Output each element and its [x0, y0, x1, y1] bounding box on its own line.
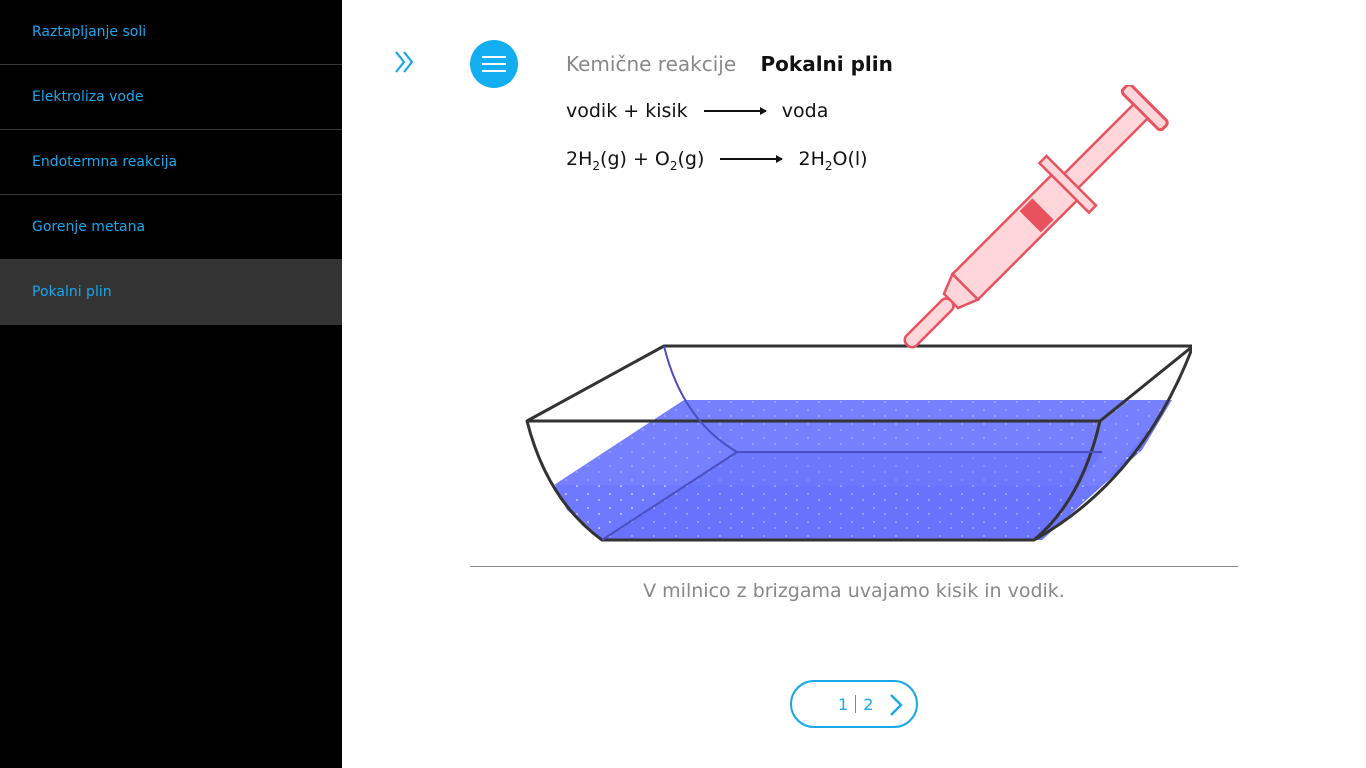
divider [470, 566, 1238, 567]
double-chevron-right-icon[interactable] [392, 48, 420, 76]
hamburger-icon [482, 56, 506, 58]
title-section: Kemične reakcije [566, 52, 737, 76]
soap-basin-syringe-illustration [525, 85, 1192, 542]
sidebar-item-elektroliza-vode[interactable]: Elektroliza vode [0, 65, 342, 130]
page-title: Kemične reakcije Pokalni plin [566, 52, 893, 76]
page-indicator: 12 [838, 695, 873, 714]
sidebar-item-pokalni-plin[interactable]: Pokalni plin [0, 260, 342, 325]
main-content: Kemične reakcije Pokalni plin vodik + ki… [342, 0, 1366, 768]
pager[interactable]: 12 [790, 680, 918, 728]
title-topic: Pokalni plin [760, 52, 893, 76]
sidebar-item-gorenje-metana[interactable]: Gorenje metana [0, 195, 342, 260]
sidebar-item-endotermna-reakcija[interactable]: Endotermna reakcija [0, 130, 342, 195]
page-separator [855, 695, 857, 713]
current-page: 1 [838, 695, 849, 714]
total-pages: 2 [863, 695, 874, 714]
sidebar-item-raztapljanje-soli[interactable]: Raztapljanje soli [0, 0, 342, 65]
syringe [903, 85, 1169, 349]
chevron-right-icon[interactable] [886, 693, 906, 717]
sidebar: Raztapljanje soli Elektroliza vode Endot… [0, 0, 342, 768]
caption: V milnico z brizgama uvajamo kisik in vo… [643, 580, 1065, 602]
menu-button[interactable] [470, 40, 518, 88]
